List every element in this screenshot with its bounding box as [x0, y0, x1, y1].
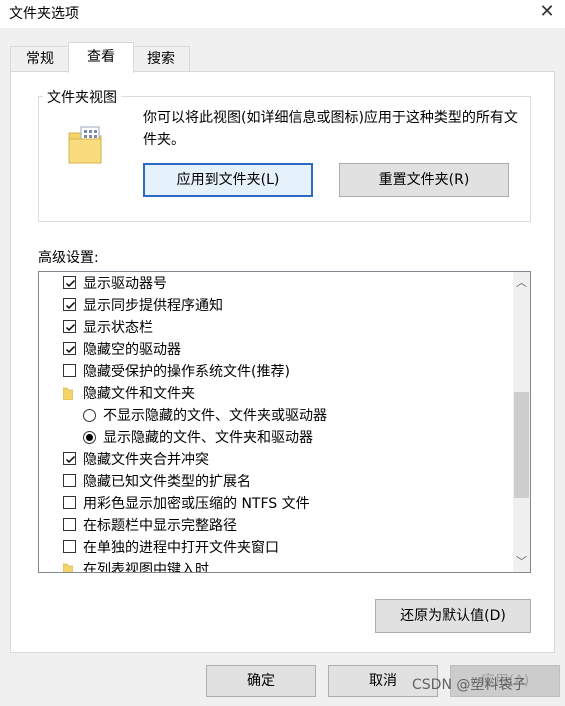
- checkbox-unchecked[interactable]: [63, 518, 76, 531]
- apply-to-folders-button[interactable]: 应用到文件夹(L): [143, 163, 313, 197]
- list-item-label: 不显示隐藏的文件、文件夹或驱动器: [103, 408, 327, 424]
- list-item-label: 隐藏受保护的操作系统文件(推荐): [83, 364, 290, 380]
- radio-selected[interactable]: [83, 431, 96, 444]
- list-item-label: 隐藏文件夹合并冲突: [83, 452, 209, 468]
- checkbox-unchecked[interactable]: [63, 496, 76, 509]
- scroll-down-icon[interactable]: ﹀: [513, 553, 530, 570]
- list-item-label: 在列表视图中键入时: [83, 562, 209, 573]
- checkbox-unchecked[interactable]: [63, 474, 76, 487]
- list-item-label: 在单独的进程中打开文件夹窗口: [83, 540, 279, 556]
- watermark: CSDN @塑料袋子: [412, 677, 527, 693]
- window-title: 文件夹选项: [9, 6, 79, 22]
- close-icon[interactable]: ✕: [537, 0, 557, 24]
- reset-folders-button[interactable]: 重置文件夹(R): [339, 163, 509, 197]
- tab-general[interactable]: 常规: [10, 46, 70, 71]
- list-item-label: 用彩色显示加密或压缩的 NTFS 文件: [83, 496, 310, 512]
- tab-search[interactable]: 搜索: [132, 46, 190, 71]
- restore-defaults-button[interactable]: 还原为默认值(D): [375, 599, 531, 633]
- scroll-up-icon[interactable]: ︿: [513, 274, 530, 291]
- vertical-scrollbar[interactable]: ︿ ﹀: [513, 272, 530, 572]
- list-item-label: 显示同步提供程序通知: [83, 298, 223, 314]
- folder-icon: [63, 563, 73, 572]
- ok-button[interactable]: 确定: [206, 665, 316, 697]
- checkbox-checked[interactable]: [63, 452, 76, 465]
- checkbox-checked[interactable]: [63, 298, 76, 311]
- list-item-label: 在标题栏中显示完整路径: [83, 518, 237, 534]
- scrollbar-thumb[interactable]: [514, 392, 529, 498]
- tab-view[interactable]: 查看: [68, 42, 134, 73]
- checkbox-unchecked[interactable]: [63, 364, 76, 377]
- list-item-label: 隐藏文件和文件夹: [83, 386, 195, 402]
- list-item-label: 隐藏空的驱动器: [83, 342, 181, 358]
- checkbox-unchecked[interactable]: [63, 540, 76, 553]
- checkbox-checked[interactable]: [63, 342, 76, 355]
- folder-views-description: 你可以将此视图(如详细信息或图标)应用于这种类型的所有文件夹。: [143, 110, 518, 148]
- title-bar: 文件夹选项 ✕: [0, 0, 565, 28]
- checkbox-checked[interactable]: [63, 276, 76, 289]
- advanced-settings-label: 高级设置:: [38, 250, 99, 266]
- list-item-label: 显示状态栏: [83, 320, 153, 336]
- radio-unselected[interactable]: [83, 409, 96, 422]
- folder-view-icon: [68, 126, 102, 164]
- folder-views-legend: 文件夹视图: [43, 87, 121, 107]
- list-item-label: 隐藏已知文件类型的扩展名: [83, 474, 251, 490]
- list-item-label: 显示驱动器号: [83, 276, 167, 292]
- folder-icon: [63, 387, 73, 400]
- folder-views-group: 文件夹视图 你可以将此视图(如详细信息或图标)应用于这种类型的所有文件夹。 应用…: [38, 87, 531, 222]
- advanced-settings-list[interactable]: 显示驱动器号 显示同步提供程序通知 显示状态栏 隐藏空的驱动器 隐藏受保护的操作…: [38, 271, 531, 573]
- list-item-label: 显示隐藏的文件、文件夹和驱动器: [103, 430, 313, 446]
- checkbox-checked[interactable]: [63, 320, 76, 333]
- view-panel: 文件夹视图 你可以将此视图(如详细信息或图标)应用于这种类型的所有文件夹。 应用…: [10, 71, 555, 653]
